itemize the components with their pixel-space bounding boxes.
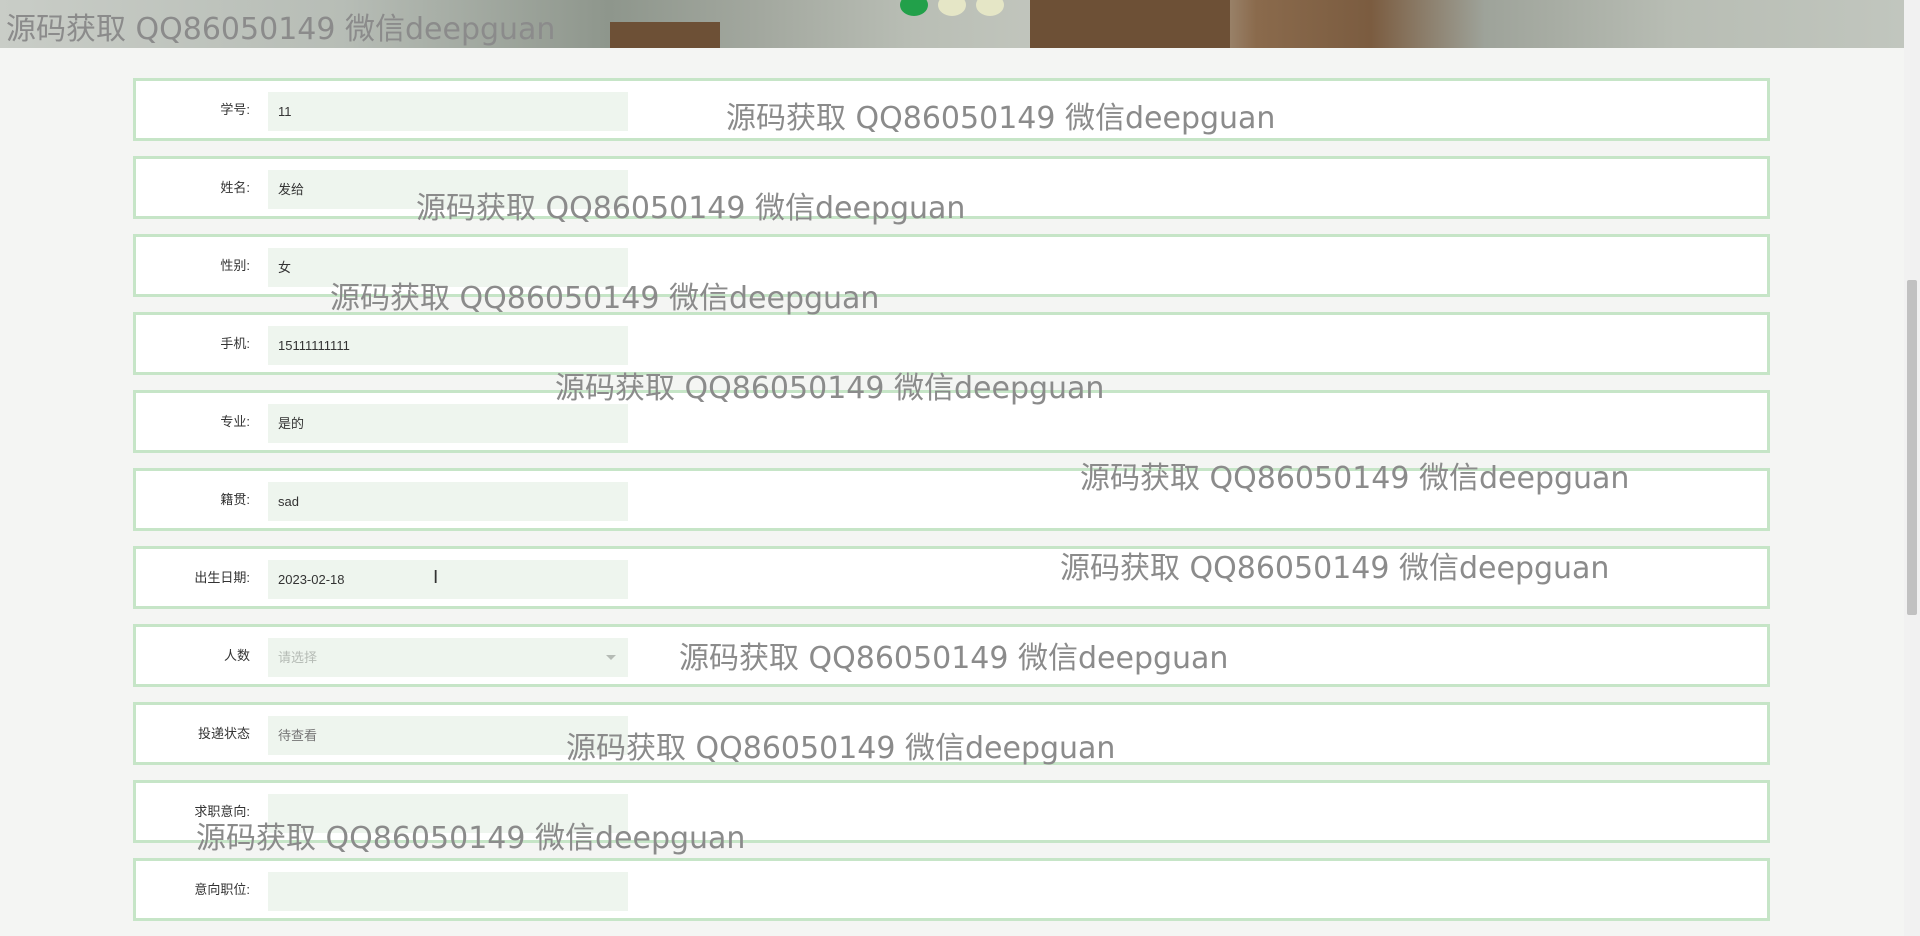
- banner-scene-element: [1030, 0, 1230, 48]
- text-cursor-icon: I: [433, 567, 439, 588]
- target-position-input[interactable]: [268, 872, 628, 911]
- top-banner-image: [0, 0, 1904, 48]
- form-row-student-id: 学号:: [133, 78, 1770, 141]
- name-input[interactable]: [268, 170, 628, 209]
- hometown-input[interactable]: [268, 482, 628, 521]
- form-row-name: 姓名:: [133, 156, 1770, 219]
- gender-input[interactable]: [268, 248, 628, 287]
- birth-date-label: 出生日期:: [194, 570, 250, 585]
- carousel-dot[interactable]: [976, 0, 1004, 16]
- job-intention-input[interactable]: [268, 794, 628, 833]
- phone-input[interactable]: [268, 326, 628, 365]
- form-row-major: 专业:: [133, 390, 1770, 453]
- chevron-down-icon: [606, 655, 616, 660]
- carousel-dot[interactable]: [938, 0, 966, 16]
- delivery-status-label: 投递状态: [197, 726, 250, 741]
- headcount-select[interactable]: 请选择: [268, 638, 628, 677]
- headcount-label: 人数: [223, 648, 250, 663]
- carousel-dot-active[interactable]: [900, 0, 928, 16]
- phone-label: 手机:: [220, 336, 250, 351]
- hometown-label: 籍贯:: [220, 492, 250, 507]
- headcount-select-placeholder: 请选择: [278, 650, 318, 665]
- delivery-status-input[interactable]: [268, 716, 628, 755]
- form-row-phone: 手机:: [133, 312, 1770, 375]
- target-position-label: 意向职位:: [194, 882, 250, 897]
- name-label: 姓名:: [220, 180, 250, 195]
- vertical-scrollbar[interactable]: [1904, 0, 1920, 936]
- form-row-job-intention: 求职意向:: [133, 780, 1770, 843]
- gender-label: 性别:: [220, 258, 250, 273]
- carousel-indicators: [900, 0, 1004, 16]
- scrollbar-thumb[interactable]: [1907, 280, 1917, 615]
- banner-scene-element: [610, 22, 720, 48]
- major-label: 专业:: [220, 414, 250, 429]
- form-row-gender: 性别:: [133, 234, 1770, 297]
- form-row-hometown: 籍贯:: [133, 468, 1770, 531]
- form-row-delivery-status: 投递状态: [133, 702, 1770, 765]
- major-input[interactable]: [268, 404, 628, 443]
- student-info-form: 学号: 姓名: 性别: 手机: 专业: 籍贯: 出生日期: 人数 请选择 投递状…: [133, 78, 1770, 936]
- birth-date-input[interactable]: [268, 560, 628, 599]
- form-row-birth-date: 出生日期:: [133, 546, 1770, 609]
- student-id-input[interactable]: [268, 92, 628, 131]
- form-row-target-position: 意向职位:: [133, 858, 1770, 921]
- student-id-label: 学号:: [220, 102, 250, 117]
- job-intention-label: 求职意向:: [194, 804, 250, 819]
- form-row-headcount: 人数 请选择: [133, 624, 1770, 687]
